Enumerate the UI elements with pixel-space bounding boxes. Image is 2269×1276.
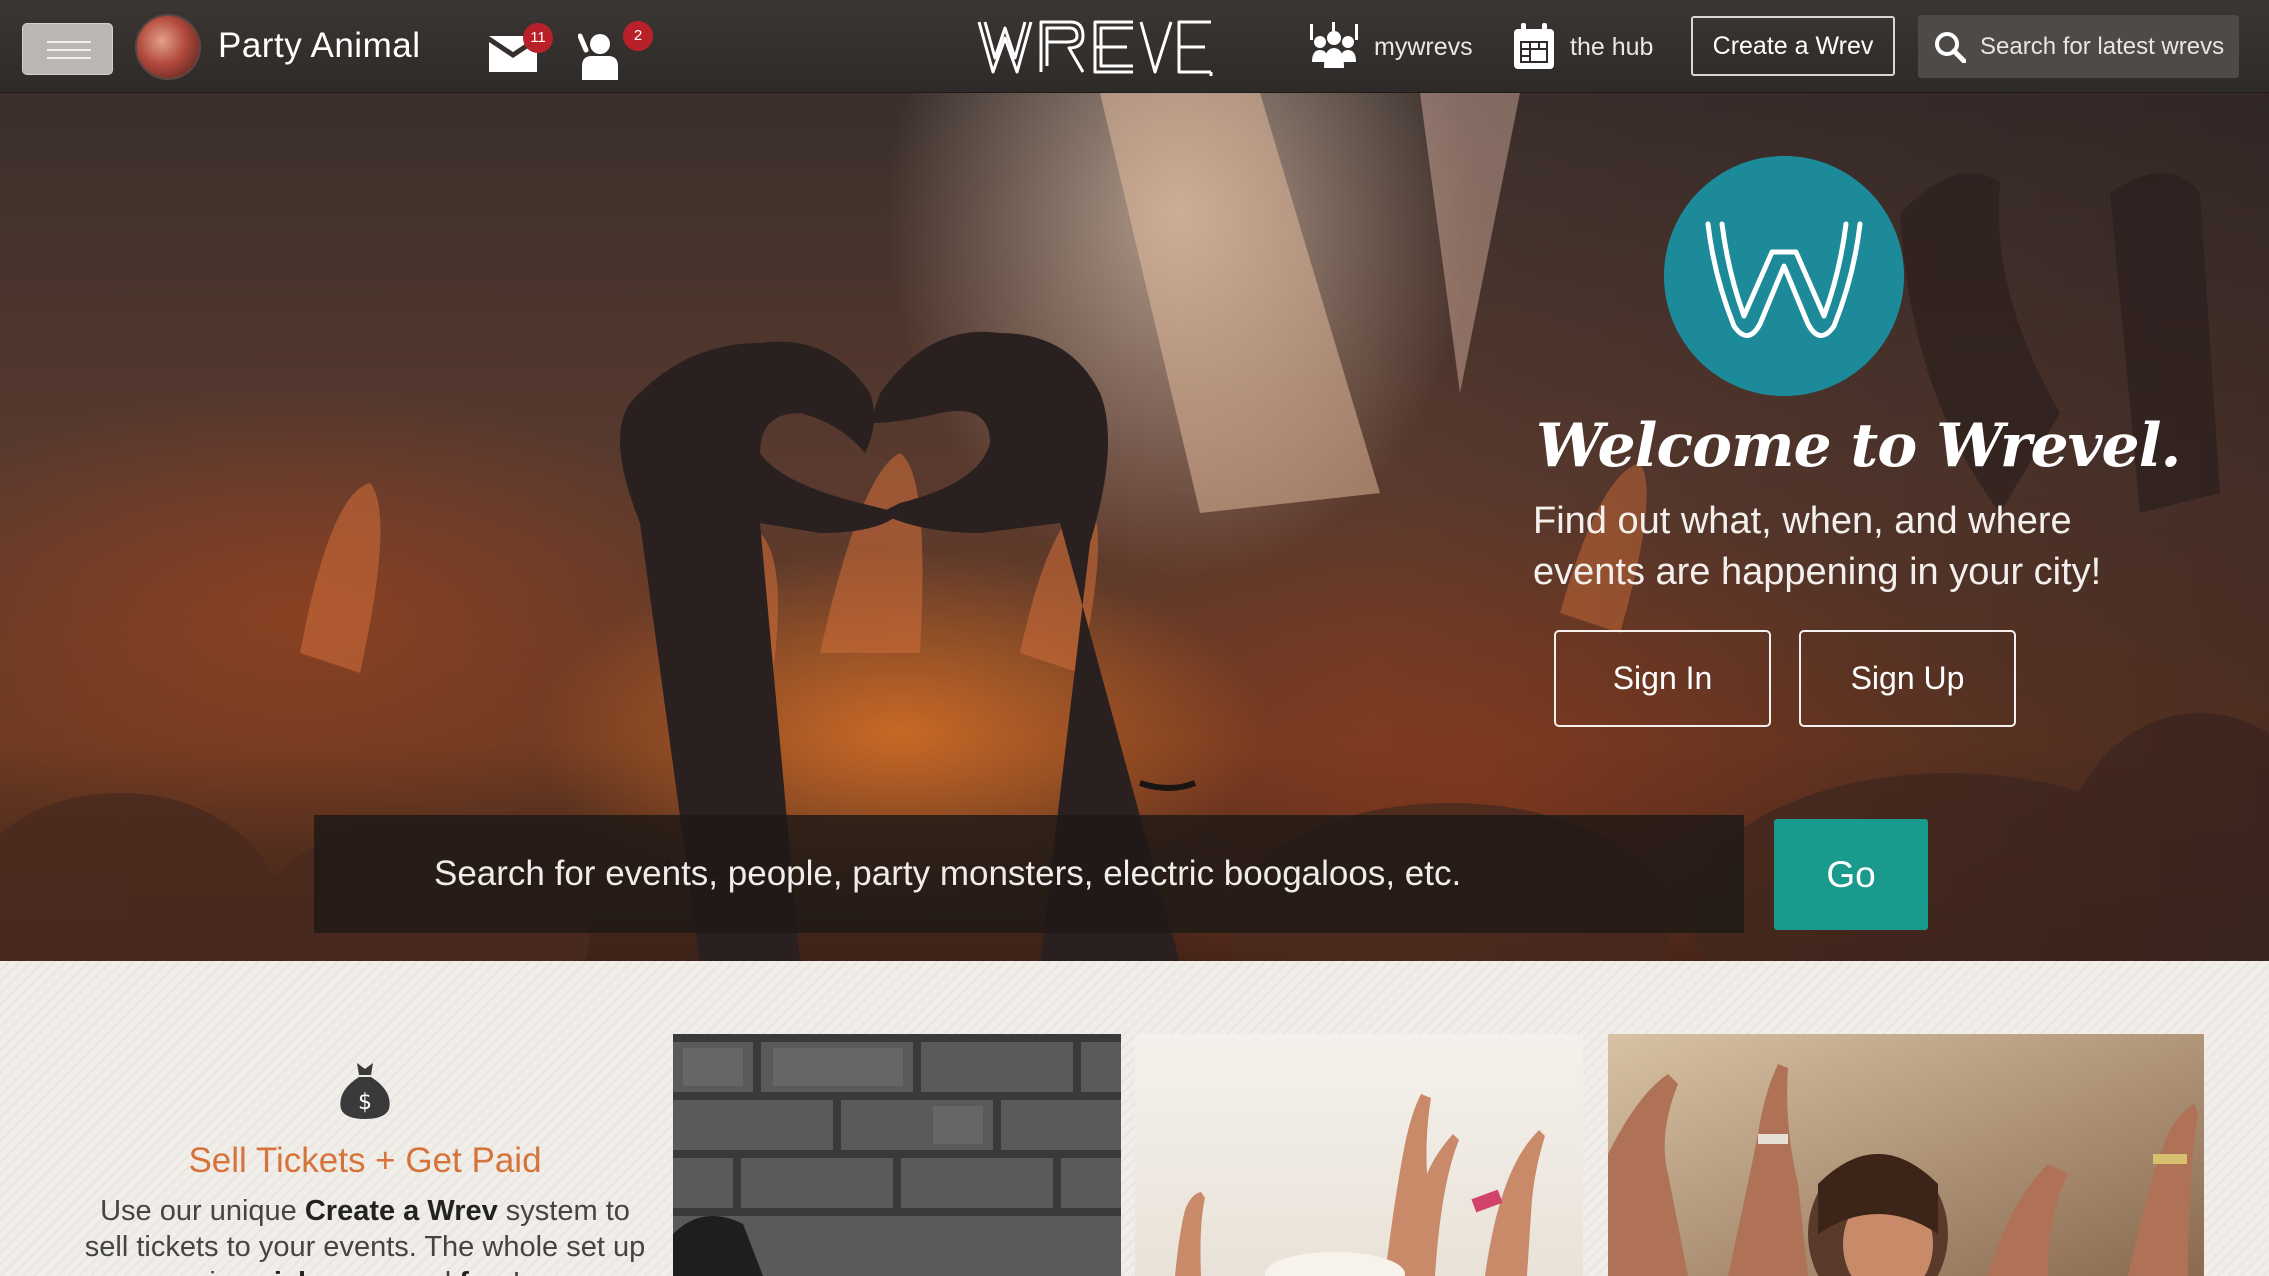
event-search-input[interactable] — [434, 854, 1724, 894]
feature-text: Use our unique Create a Wrev system to s… — [84, 1195, 646, 1276]
calendar-icon — [1514, 23, 1554, 69]
menu-button[interactable] — [22, 23, 113, 75]
create-wrev-button[interactable]: Create a Wrev — [1691, 16, 1895, 76]
create-wrev-link[interactable]: Create a Wrev — [305, 1195, 498, 1227]
w-logo — [1664, 156, 1904, 396]
wrevel-logo[interactable] — [975, 18, 1215, 76]
svg-text:$: $ — [358, 1090, 372, 1115]
messages-count-badge: 11 — [523, 23, 553, 53]
hero-section: Welcome to Wrevel. Find out what, when, … — [0, 93, 2269, 961]
menu-icon-line — [47, 49, 91, 51]
top-search-input[interactable] — [1980, 32, 2235, 61]
feature-title: Sell Tickets + Get Paid — [188, 1141, 542, 1180]
menu-icon-line — [47, 57, 91, 59]
nav-the-hub[interactable]: the hub — [1512, 22, 1653, 72]
friend-request-icon — [577, 33, 618, 80]
username[interactable]: Party Animal — [218, 26, 420, 66]
nav-mywrevs-label: mywrevs — [1374, 32, 1473, 61]
go-button[interactable]: Go — [1774, 819, 1928, 930]
sign-in-button[interactable]: Sign In — [1554, 630, 1771, 727]
hero-tagline: Find out what, when, and where events ar… — [1533, 500, 2102, 593]
nav-the-hub-label: the hub — [1570, 32, 1654, 61]
money-bag-icon: $ — [340, 1063, 390, 1119]
crowd-icon — [1310, 22, 1358, 68]
welcome-heading: Welcome to Wrevel. — [1536, 411, 2181, 481]
nav-mywrevs[interactable]: mywrevs — [1308, 22, 1473, 72]
top-search-bar[interactable] — [1918, 15, 2239, 78]
feature-photo-festival-crowd — [1608, 1034, 2204, 1276]
menu-icon-line — [47, 41, 91, 43]
notifications-count-badge: 2 — [623, 21, 653, 51]
feature-photo-brick-wall — [673, 1034, 1121, 1276]
top-nav: Party Animal 11 2 mywrevs the hub Create… — [0, 0, 2269, 93]
friend-requests-button[interactable] — [577, 30, 622, 85]
avatar[interactable] — [135, 14, 201, 80]
sign-up-button[interactable]: Sign Up — [1799, 630, 2016, 727]
feature-photo-raised-hands — [1135, 1034, 1583, 1276]
search-icon — [1935, 31, 1966, 63]
event-search-bar[interactable] — [314, 815, 1744, 933]
sell-tickets-feature: $ Sell Tickets + Get Paid Use our unique… — [80, 1061, 650, 1276]
